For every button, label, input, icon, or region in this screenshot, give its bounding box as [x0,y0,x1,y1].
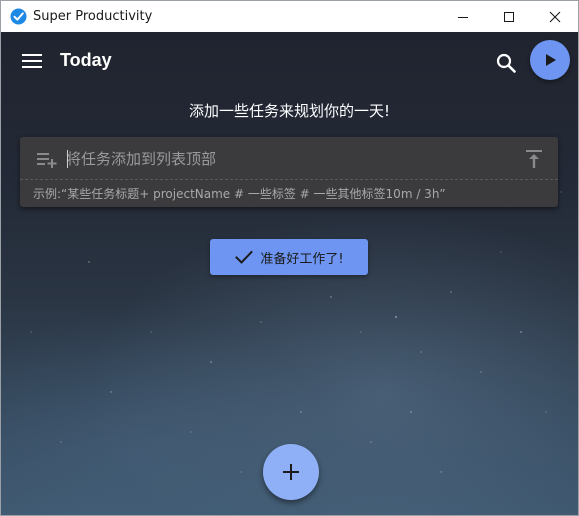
ready-to-work-label: 准备好工作了! [260,251,344,267]
vertical-align-top-icon [526,150,542,168]
maximize-icon [504,11,514,22]
search-icon [496,53,516,73]
maximize-button[interactable] [486,1,532,32]
play-icon [546,54,556,66]
window-title: Super Productivity [33,9,153,24]
add-task-bar: 示例:“某些任务标题+ projectName # 一些标签 # 一些其他标签1… [20,137,558,207]
text-caret [67,150,68,168]
empty-state-heading: 添加一些任务来规划你的一天! [188,102,390,120]
add-task-input[interactable] [66,146,506,172]
hamburger-menu-icon [22,54,42,68]
add-task-hint: 示例:“某些任务标题+ projectName # 一些标签 # 一些其他标签1… [33,187,446,201]
minimize-icon [458,16,468,18]
page-title: Today [60,50,112,70]
playlist-add-icon [37,153,57,168]
close-icon [549,11,561,22]
add-task-divider [20,179,558,180]
title-bar[interactable]: Super Productivity [1,1,578,32]
add-task-fab[interactable] [263,444,319,500]
check-icon [235,250,254,264]
start-tracking-button[interactable] [530,40,570,80]
menu-button[interactable] [15,48,49,74]
close-button[interactable] [532,1,578,32]
ready-to-work-button[interactable]: 准备好工作了! [210,239,368,275]
minimize-button[interactable] [440,1,486,32]
add-to-top-button[interactable] [522,147,546,171]
app-logo-icon [10,8,27,25]
app-content: Today 添加一些任务来规划你的一天! 将任务添加到列表顶部 示例:“某些任务… [1,32,578,515]
app-window: Super Productivity Today 添加一些任务来规划你的一天! … [0,0,579,516]
search-button[interactable] [491,48,521,78]
plus-icon [283,464,299,480]
